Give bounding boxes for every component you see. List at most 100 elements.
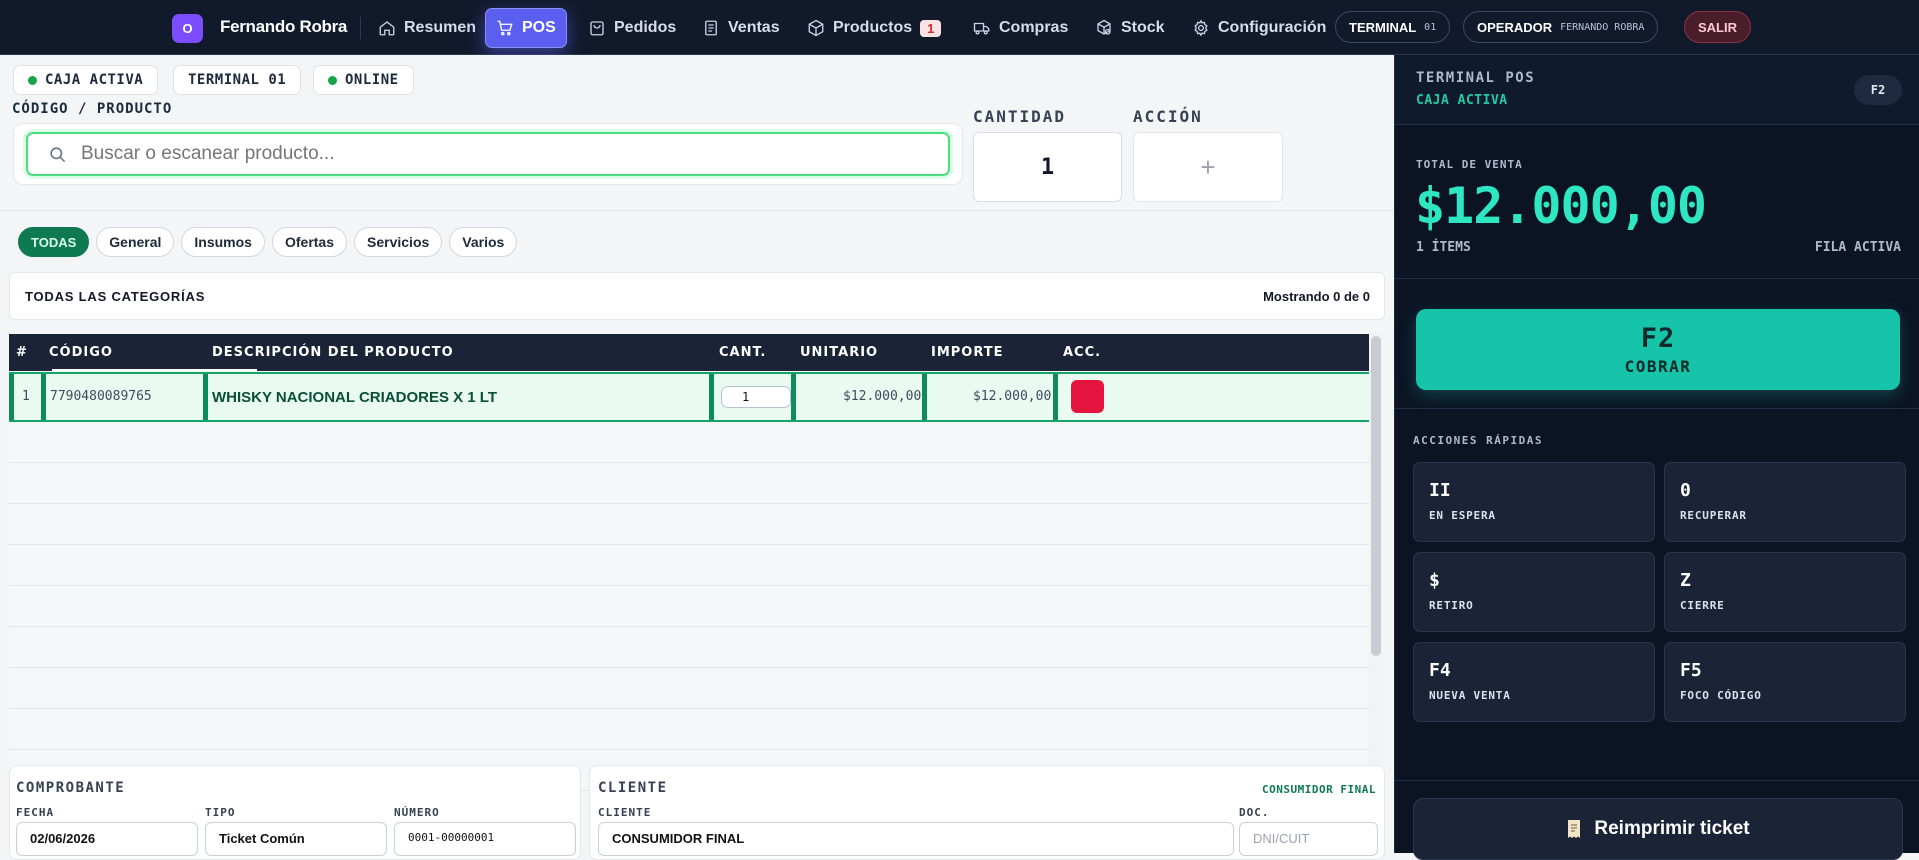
client-title: CLIENTE: [598, 780, 668, 796]
client-label: CLIENTE: [598, 806, 652, 819]
quick-action-label: EN ESPERA: [1429, 509, 1496, 522]
row-status: FILA ACTIVA: [1814, 240, 1901, 255]
nav-item-pedidos[interactable]: Pedidos: [578, 8, 686, 48]
empty-row: [9, 463, 1369, 504]
client-field[interactable]: CONSUMIDOR FINAL: [598, 822, 1234, 856]
sidebar-title: TERMINAL POS: [1416, 70, 1536, 86]
user-avatar[interactable]: O: [172, 14, 203, 43]
empty-row: [9, 504, 1369, 545]
search-field[interactable]: [26, 132, 950, 176]
voucher-panel: COMPROBANTE FECHA TIPO NÚMERO 02/06/2026…: [9, 765, 581, 860]
nav-item-resumen[interactable]: Resumen: [368, 8, 486, 48]
action-label: ACCIÓN: [1133, 107, 1203, 126]
category-summary-bar: TODAS LAS CATEGORÍAS Mostrando 0 de 0: [9, 272, 1385, 320]
exit-button[interactable]: SALIR: [1684, 11, 1751, 43]
quick-action-label: FOCO CÓDIGO: [1680, 689, 1762, 702]
row-number: 1: [22, 389, 30, 404]
pos-main-area: CAJA ACTIVA TERMINAL 01 ONLINE CÓDIGO / …: [0, 55, 1394, 860]
doc-field[interactable]: DNI/CUIT: [1239, 822, 1378, 856]
nav-item-stock[interactable]: Stock: [1085, 8, 1175, 48]
row-divider: [9, 374, 14, 420]
bag-icon: [590, 21, 604, 36]
number-label: NÚMERO: [394, 806, 440, 819]
nav-item-label: Ventas: [728, 19, 780, 36]
boxes-icon: [1097, 19, 1111, 35]
code-product-label: CÓDIGO / PRODUCTO: [12, 101, 173, 117]
terminal-pill: TERMINAL 01: [1335, 11, 1451, 43]
reprint-ticket-button[interactable]: Reimprimir ticket: [1413, 798, 1903, 860]
sort-indicator: [52, 369, 257, 371]
operator-label: OPERADOR: [1477, 19, 1553, 35]
row-delete-button[interactable]: [1071, 380, 1104, 413]
row-code: 7790480089765: [50, 389, 152, 404]
quick-action-label: NUEVA VENTA: [1429, 689, 1511, 702]
nav-item-productos[interactable]: Productos 1: [797, 8, 951, 48]
nav-item-pos[interactable]: POS: [485, 8, 567, 48]
row-divider: [709, 374, 714, 420]
status-online-chip: ONLINE: [313, 65, 414, 95]
empty-row: [9, 709, 1369, 750]
terminal-label: TERMINAL: [1349, 19, 1417, 35]
col-header-num: #: [16, 345, 28, 360]
sale-items-table: # CÓDIGO DESCRIPCIÓN DEL PRODUCTO CANT. …: [9, 334, 1369, 791]
pause-icon: II: [1429, 480, 1451, 501]
nav-item-ventas[interactable]: Ventas: [692, 8, 790, 48]
quick-action-label: CIERRE: [1680, 599, 1725, 612]
category-chip-todas[interactable]: TODAS: [18, 227, 90, 257]
pay-button[interactable]: F2 COBRAR: [1416, 309, 1900, 390]
type-select[interactable]: Ticket Común: [205, 822, 387, 856]
category-chip-servicios[interactable]: Servicios: [354, 227, 443, 257]
row-divider: [203, 374, 208, 420]
status-terminal-label: TERMINAL 01: [188, 72, 287, 88]
search-input[interactable]: [81, 143, 881, 165]
category-chip-general[interactable]: General: [96, 227, 175, 257]
search-icon: [50, 146, 66, 162]
nav-item-compras[interactable]: Compras: [963, 8, 1078, 48]
row-unit-price: $12.000,00: [843, 389, 922, 404]
nav-item-label: Compras: [999, 19, 1069, 36]
cart-icon: [497, 20, 513, 36]
user-name: Fernando Robra: [220, 17, 348, 36]
quick-action-withdraw[interactable]: $ RETIRO: [1413, 552, 1655, 632]
nav-item-configuracion[interactable]: Configuración: [1182, 8, 1336, 48]
section-divider: [0, 210, 1394, 211]
category-title: TODAS LAS CATEGORÍAS: [25, 289, 206, 304]
nav-item-label: POS: [522, 19, 556, 36]
col-header-code: CÓDIGO: [49, 345, 113, 360]
category-chip-insumos[interactable]: Insumos: [181, 227, 265, 257]
terminal-value: 01: [1424, 21, 1437, 33]
product-count: Mostrando 0 de 0: [1263, 289, 1370, 304]
reprint-label: Reimprimir ticket: [1594, 818, 1750, 839]
status-online-label: ONLINE: [345, 72, 399, 88]
table-scrollbar-thumb[interactable]: [1371, 336, 1381, 656]
category-chip-varios[interactable]: Varios: [449, 227, 518, 257]
client-type-tag: CONSUMIDOR FINAL: [1262, 783, 1376, 796]
col-header-qty: CANT.: [719, 345, 767, 360]
quick-action-close[interactable]: Z CIERRE: [1664, 552, 1906, 632]
total-value: $12.000,00: [1415, 177, 1707, 235]
number-field[interactable]: 0001-00000001: [394, 822, 576, 856]
truck-icon: [973, 22, 990, 35]
quick-action-hold[interactable]: II EN ESPERA: [1413, 462, 1655, 542]
empty-row: [9, 668, 1369, 709]
quick-action-new-sale[interactable]: F4 NUEVA VENTA: [1413, 642, 1655, 722]
table-row[interactable]: 1 7790480089765 WHISKY NACIONAL CRIADORE…: [9, 372, 1369, 422]
row-quantity-input[interactable]: 1: [721, 386, 791, 408]
operator-value: FERNANDO ROBRA: [1560, 21, 1645, 33]
quick-action-key: F5: [1680, 660, 1702, 681]
row-divider: [791, 374, 796, 420]
add-product-button[interactable]: +: [1133, 132, 1283, 202]
shortcut-key-badge: F2: [1854, 75, 1902, 105]
quantity-input[interactable]: 1: [973, 132, 1122, 202]
quick-action-focus-code[interactable]: F5 FOCO CÓDIGO: [1664, 642, 1906, 722]
empty-row: [9, 627, 1369, 668]
col-header-amount: IMPORTE: [931, 345, 1004, 360]
items-count: 1 ÍTEMS: [1416, 240, 1471, 255]
date-field[interactable]: 02/06/2026: [16, 822, 198, 856]
sidebar-divider: [1395, 278, 1919, 279]
quick-action-recover[interactable]: 0 RECUPERAR: [1664, 462, 1906, 542]
row-amount: $12.000,00: [973, 389, 1052, 404]
box-icon: [808, 19, 824, 37]
category-chip-ofertas[interactable]: Ofertas: [271, 227, 348, 257]
pay-label: COBRAR: [1624, 357, 1692, 376]
